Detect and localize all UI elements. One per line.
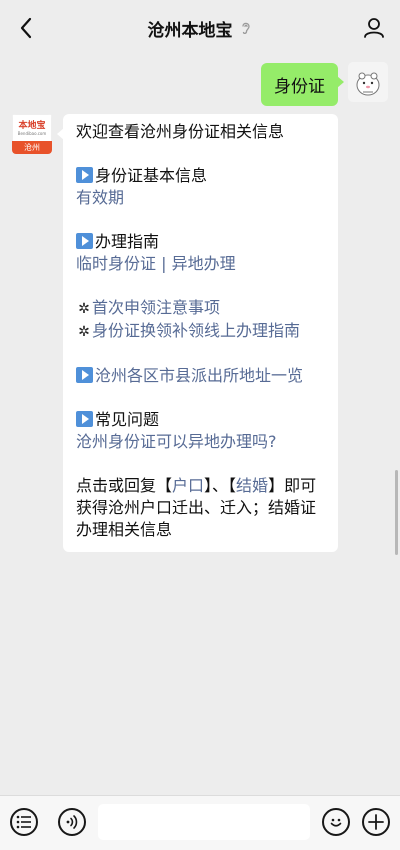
asterisk-icon: ✲: [78, 301, 90, 317]
plus-button[interactable]: [362, 808, 390, 836]
faq-heading: 常见问题: [76, 409, 324, 431]
hamster-avatar-icon: [356, 72, 380, 96]
asterisk-icon: ✲: [78, 324, 90, 340]
notes-block: ✲ 首次申领注意事项 ✲ 身份证换领补领线上办理指南: [76, 297, 324, 343]
list-menu-icon: [16, 815, 31, 829]
logo-subtext: Bendibao.com: [17, 130, 47, 136]
faq-block: 常见问题 沧州身份证可以异地办理吗?: [76, 409, 324, 453]
note-item: ✲ 首次申领注意事项: [76, 297, 324, 320]
first-application-link[interactable]: 首次申领注意事项: [92, 298, 220, 317]
logo-city: 沧州: [12, 141, 52, 154]
logo-text: 本地宝: [18, 120, 46, 131]
play-icon: [76, 367, 93, 383]
faq-heading-text: 常见问题: [95, 410, 160, 429]
footer-text-2: 】、【: [204, 476, 237, 495]
ear-icon: [239, 20, 253, 36]
smiley-icon: [330, 818, 342, 827]
intro-text: 欢迎查看沧州身份证相关信息: [76, 122, 285, 141]
play-icon: [76, 411, 93, 427]
back-button[interactable]: [12, 14, 40, 42]
chat-title: 沧州本地宝: [147, 20, 233, 41]
police-station-link[interactable]: 沧州各区市县派出所地址一览: [95, 366, 303, 385]
online-renewal-link[interactable]: 身份证换领补领线上办理指南: [92, 321, 300, 340]
bendibao-logo: 本地宝 Bendibao.com: [12, 114, 52, 141]
user-message-row: 身份证: [261, 62, 388, 106]
footer-block: 点击或回复【户口】、【结婚】即可获得沧州户口迁出、迁入；结婚证办理相关信息: [76, 475, 324, 541]
guide-heading-text: 办理指南: [95, 232, 160, 251]
temp-id-link[interactable]: 临时身份证: [76, 254, 156, 273]
remote-handling-link[interactable]: 异地办理: [172, 254, 236, 273]
basic-info-heading: 身份证基本信息: [76, 165, 324, 187]
validity-link[interactable]: 有效期: [76, 187, 324, 209]
plus-icon: [368, 814, 384, 830]
guide-block: 办理指南 临时身份证 | 异地办理: [76, 231, 324, 275]
user-avatar[interactable]: [348, 62, 388, 102]
guide-heading: 办理指南: [76, 231, 324, 253]
bot-message-bubble: 欢迎查看沧州身份证相关信息 身份证基本信息 有效期 办理指南 临时身份证 | 异…: [57, 114, 338, 552]
note-item: ✲ 身份证换领补领线上办理指南: [76, 320, 324, 343]
faq-link[interactable]: 沧州身份证可以异地办理吗?: [76, 431, 324, 453]
chat-header: 沧州本地宝: [0, 0, 400, 56]
title-wrap: 沧州本地宝: [148, 16, 253, 41]
input-bar: [0, 795, 400, 850]
chevron-left-icon: [20, 17, 32, 39]
basic-info-heading-text: 身份证基本信息: [95, 166, 208, 185]
play-icon: [76, 233, 93, 249]
bot-avatar[interactable]: 本地宝 Bendibao.com 沧州: [12, 114, 52, 154]
profile-button[interactable]: [360, 14, 388, 42]
intro-block: 欢迎查看沧州身份证相关信息: [76, 121, 324, 143]
scrollbar[interactable]: [395, 470, 398, 555]
person-icon: [364, 18, 384, 38]
police-line: 沧州各区市县派出所地址一览: [76, 365, 324, 387]
message-input[interactable]: [98, 804, 310, 840]
play-icon: [76, 167, 93, 183]
footer-text-1: 点击或回复【: [76, 476, 173, 495]
guide-links: 临时身份证 | 异地办理: [76, 253, 324, 275]
voice-button[interactable]: [58, 808, 86, 836]
marriage-keyword-link[interactable]: 结婚: [236, 476, 268, 495]
link-separator: |: [161, 254, 167, 273]
police-block: 沧州各区市县派出所地址一览: [76, 365, 324, 387]
voice-icon: [66, 815, 78, 829]
hukou-keyword-link[interactable]: 户口: [172, 476, 204, 495]
emoji-button[interactable]: [322, 808, 350, 836]
basic-info-block: 身份证基本信息 有效期: [76, 165, 324, 209]
user-message-bubble[interactable]: 身份证: [261, 63, 344, 106]
menu-button[interactable]: [10, 808, 38, 836]
